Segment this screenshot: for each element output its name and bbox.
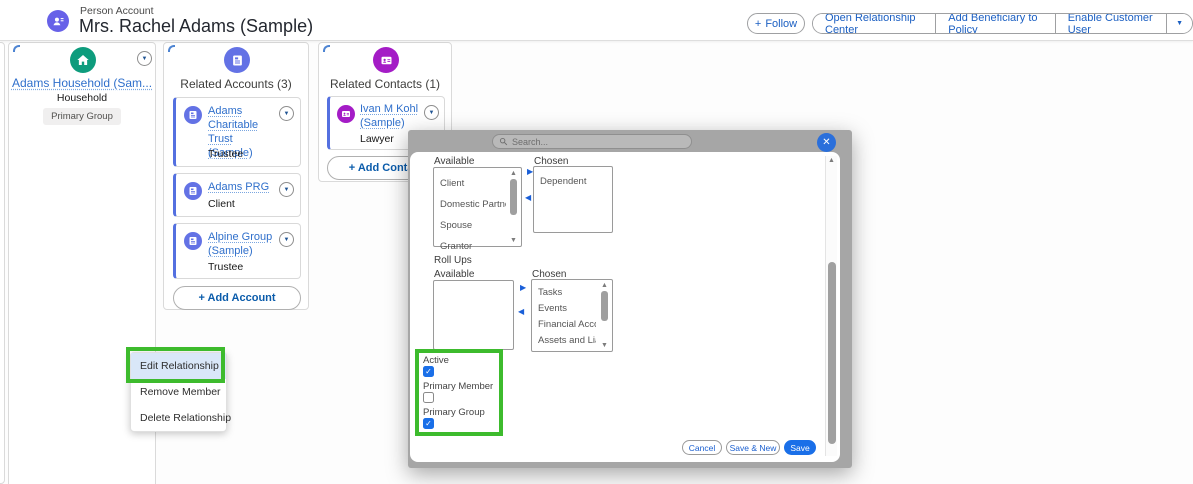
accounts-icon [224,47,250,73]
related-account-card[interactable]: Adams Charitable Trust (Sample) Trustee … [173,97,301,167]
menu-item-edit-relationship[interactable]: Edit Relationship [131,353,226,379]
contacts-icon [373,47,399,73]
household-name-link[interactable]: Adams Household (Sam... [12,76,152,90]
menu-item-remove-member[interactable]: Remove Member [131,379,226,405]
move-left-icon[interactable]: ◀ [525,194,531,202]
save-button[interactable]: Save [784,440,816,455]
list-option[interactable]: Assets and Liabili... [532,333,596,349]
modal-body: Available Client Domestic Partner Spouse… [410,152,840,462]
menu-item-delete-relationship[interactable]: Delete Relationship [131,405,226,431]
clipped-left-panel [0,42,5,484]
move-left-icon[interactable]: ◀ [518,308,524,316]
list-option[interactable]: Spouse [434,215,506,236]
follow-button[interactable]: + Follow [747,13,805,34]
page-title: Mrs. Rachel Adams (Sample) [79,16,313,37]
open-relationship-center-button[interactable]: Open Relationship Center [813,14,936,33]
rollups-chosen-listbox[interactable]: Tasks Events Financial Accounts Assets a… [531,279,613,352]
contact-name-link[interactable]: Ivan M Kohl (Sample) [360,102,428,130]
enable-customer-user-button[interactable]: Enable Customer User [1056,14,1167,33]
edit-relationship-modal: ✕ Available Client Domestic Partner Spou… [408,130,852,468]
account-menu-chevron-icon[interactable]: ▼ [279,232,294,247]
related-account-card[interactable]: Alpine Group (Sample) Trustee ▼ [173,223,301,279]
add-account-button[interactable]: + Add Account [173,286,301,310]
scroll-up-icon[interactable]: ▲ [826,157,837,164]
contact-icon [337,105,355,123]
primary-group-badge: Primary Group [43,108,121,125]
add-beneficiary-to-policy-button[interactable]: Add Beneficiary to Policy [936,14,1055,33]
scroll-thumb[interactable] [828,262,836,444]
primary-member-checkbox[interactable] [423,392,434,403]
move-right-icon[interactable]: ▶ [520,284,526,292]
save-and-new-button[interactable]: Save & New [726,440,780,455]
list-option[interactable]: Grantor [434,236,506,257]
app-window: Person Account Mrs. Rachel Adams (Sample… [0,0,1193,484]
roles-available-listbox[interactable]: Client Domestic Partner Spouse Grantor ▲… [433,167,522,247]
list-option[interactable]: Client [434,173,506,194]
primary-group-checkbox-label: Primary Group [423,407,485,418]
more-actions-dropdown[interactable]: ▼ [1167,14,1192,33]
follow-button-label: Follow [765,18,797,30]
list-scrollbar[interactable]: ▲ ▼ [508,170,519,244]
scroll-thumb[interactable] [510,179,517,215]
related-contacts-title: Related Contacts (1) [319,77,451,91]
search-icon [499,137,508,146]
list-scrollbar[interactable]: ▲ ▼ [599,282,610,349]
page-header: Person Account Mrs. Rachel Adams (Sample… [0,0,1193,41]
list-option[interactable]: Financial Accounts [532,317,596,333]
contact-menu-chevron-icon[interactable]: ▼ [424,105,439,120]
household-icon [70,47,96,73]
person-account-icon [47,10,69,32]
household-menu-chevron-icon[interactable]: ▼ [137,51,152,66]
scroll-down-icon[interactable]: ▼ [599,342,610,349]
scroll-down-icon[interactable]: ▼ [508,237,519,244]
clipped-icon-fragment [323,45,330,52]
scroll-up-icon[interactable]: ▲ [508,170,519,177]
account-icon [184,106,202,124]
account-role: Trustee [208,148,243,160]
modal-scrollbar[interactable]: ▲ [825,156,837,456]
account-role: Trustee [208,261,243,273]
active-checkbox[interactable]: ✓ [423,366,434,377]
search-input[interactable] [512,137,672,147]
row-action-menu: Edit Relationship Remove Member Delete R… [130,352,227,432]
related-accounts-panel: Related Accounts (3) Adams Charitable Tr… [163,42,309,310]
rollups-available-listbox[interactable] [433,280,514,350]
account-icon [184,182,202,200]
cancel-button[interactable]: Cancel [682,440,722,455]
clipped-icon-fragment [168,45,175,52]
header-action-group: Open Relationship Center Add Beneficiary… [812,13,1193,34]
account-icon [184,232,202,250]
primary-group-checkbox[interactable]: ✓ [423,418,434,429]
active-checkbox-label: Active [423,355,449,366]
close-icon[interactable]: ✕ [817,133,836,152]
list-option[interactable]: Domestic Partner [434,194,506,215]
list-option[interactable]: Events [532,301,596,317]
rollups-section-label: Roll Ups [434,255,472,266]
household-type-label: Household [9,92,155,104]
primary-member-checkbox-label: Primary Member [423,381,493,392]
clipped-icon-fragment [13,45,20,52]
contact-role: Lawyer [360,133,394,145]
rollups-available-label: Available [434,269,474,280]
account-name-link[interactable]: Adams PRG [208,180,280,194]
related-account-card[interactable]: Adams PRG Client ▼ [173,173,301,217]
account-menu-chevron-icon[interactable]: ▼ [279,182,294,197]
account-menu-chevron-icon[interactable]: ▼ [279,106,294,121]
roles-available-label: Available [434,156,474,167]
related-accounts-title: Related Accounts (3) [164,77,308,91]
roles-chosen-listbox[interactable]: Dependent [533,166,613,233]
modal-search-box[interactable] [492,134,692,149]
list-option[interactable]: Dependent [534,174,612,190]
list-option[interactable]: Tasks [532,285,596,301]
account-name-link[interactable]: Alpine Group (Sample) [208,230,286,258]
plus-icon: + [755,18,761,30]
scroll-thumb[interactable] [601,291,608,321]
account-role: Client [208,198,235,210]
scroll-up-icon[interactable]: ▲ [599,282,610,289]
